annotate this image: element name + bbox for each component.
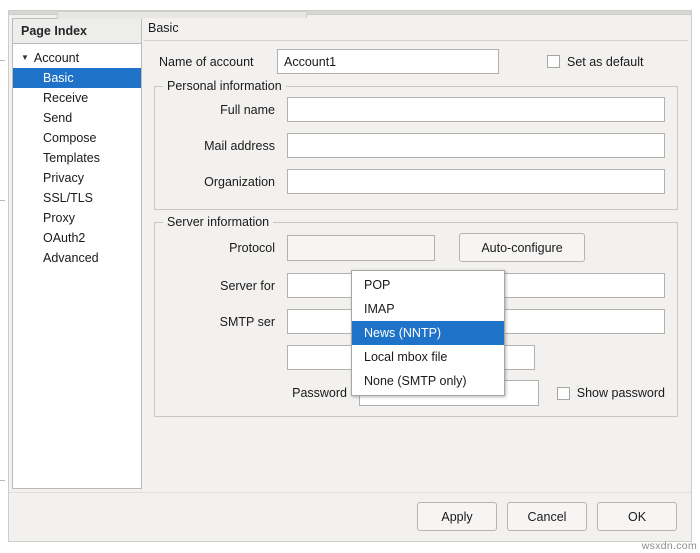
mail-address-input[interactable]	[287, 133, 665, 158]
set-as-default-checkbox-row[interactable]: Set as default	[547, 55, 643, 69]
sidebar-item-ssl-tls[interactable]: SSL/TLS	[13, 188, 141, 208]
sidebar-item-advanced[interactable]: Advanced	[13, 248, 141, 268]
full-name-label: Full name	[167, 103, 287, 117]
watermark: wsxdn.com	[642, 540, 697, 552]
account-name-label: Name of account	[159, 55, 277, 69]
personal-information-title: Personal information	[163, 79, 286, 93]
show-password-label: Show password	[577, 386, 665, 400]
sidebar-item-send[interactable]: Send	[13, 108, 141, 128]
sidebar-item-proxy[interactable]: Proxy	[13, 208, 141, 228]
sidebar-item-advanced-label: Advanced	[43, 251, 99, 265]
protocol-combobox[interactable]	[287, 235, 435, 261]
protocol-row: Protocol Auto-configure	[167, 233, 665, 262]
mail-address-row: Mail address	[167, 133, 665, 158]
sidebar-item-privacy[interactable]: Privacy	[13, 168, 141, 188]
apply-button[interactable]: Apply	[417, 502, 497, 531]
checkbox-icon[interactable]	[557, 387, 570, 400]
smtp-server-label: SMTP ser	[167, 315, 287, 329]
protocol-label: Protocol	[167, 241, 287, 255]
full-name-row: Full name	[167, 97, 665, 122]
sidebar-item-receive-label: Receive	[43, 91, 88, 105]
protocol-dropdown-menu[interactable]: POP IMAP News (NNTP) Local mbox file Non…	[351, 270, 505, 396]
sidebar-item-basic-label: Basic	[43, 71, 74, 85]
sidebar-item-oauth2[interactable]: OAuth2	[13, 228, 141, 248]
cancel-button[interactable]: Cancel	[507, 502, 587, 531]
show-password-checkbox-row[interactable]: Show password	[557, 386, 665, 400]
sidebar-item-basic[interactable]: Basic	[13, 68, 141, 88]
sidebar-item-compose[interactable]: Compose	[13, 128, 141, 148]
sidebar-header: Page Index	[13, 19, 141, 44]
dropdown-option-imap[interactable]: IMAP	[352, 297, 504, 321]
password-label: Password	[167, 386, 359, 400]
page-title: Basic	[144, 18, 688, 41]
auto-configure-button[interactable]: Auto-configure	[459, 233, 585, 262]
sidebar-item-compose-label: Compose	[43, 131, 97, 145]
organization-label: Organization	[167, 175, 287, 189]
account-name-row: Name of account Account1 Set as default	[154, 49, 678, 74]
dialog-button-bar: Apply Cancel OK	[9, 492, 691, 541]
sidebar-item-templates[interactable]: Templates	[13, 148, 141, 168]
sidebar-tree: ▼ Account Basic Receive Send Compose Tem…	[13, 44, 141, 488]
dropdown-option-news-nntp[interactable]: News (NNTP)	[352, 321, 504, 345]
page-edge-mark-bottom	[0, 480, 5, 481]
sidebar-item-proxy-label: Proxy	[43, 211, 75, 225]
dropdown-option-local-mbox-file[interactable]: Local mbox file	[352, 345, 504, 369]
full-name-input[interactable]	[287, 97, 665, 122]
server-information-title: Server information	[163, 215, 273, 229]
set-as-default-label: Set as default	[567, 55, 643, 69]
sidebar-item-account-label: Account	[34, 51, 79, 65]
sidebar-item-account[interactable]: ▼ Account	[13, 48, 141, 68]
dropdown-option-pop[interactable]: POP	[352, 273, 504, 297]
page-edge-mark-top	[0, 60, 5, 61]
sidebar-item-oauth2-label: OAuth2	[43, 231, 85, 245]
ok-button[interactable]: OK	[597, 502, 677, 531]
mail-address-label: Mail address	[167, 139, 287, 153]
organization-input[interactable]	[287, 169, 665, 194]
dropdown-option-none-smtp-only[interactable]: None (SMTP only)	[352, 369, 504, 393]
chevron-down-icon[interactable]: ▼	[21, 54, 29, 62]
checkbox-icon[interactable]	[547, 55, 560, 68]
page-edge-mark-mid	[0, 200, 5, 201]
sidebar-item-privacy-label: Privacy	[43, 171, 84, 185]
basic-settings-form: Name of account Account1 Set as default …	[144, 41, 688, 489]
sidebar-item-ssl-tls-label: SSL/TLS	[43, 191, 93, 205]
window-body: Page Index ▼ Account Basic Receive Send …	[9, 15, 691, 492]
sidebar-item-receive[interactable]: Receive	[13, 88, 141, 108]
preferences-window: Page Index ▼ Account Basic Receive Send …	[8, 10, 692, 542]
account-name-input[interactable]: Account1	[277, 49, 499, 74]
main-panel: Basic Name of account Account1 Set as de…	[144, 18, 688, 489]
sidebar-item-templates-label: Templates	[43, 151, 100, 165]
server-for-label: Server for	[167, 279, 287, 293]
personal-information-group: Personal information Full name Mail addr…	[154, 86, 678, 210]
page-index-sidebar: Page Index ▼ Account Basic Receive Send …	[12, 18, 142, 489]
organization-row: Organization	[167, 169, 665, 194]
sidebar-item-send-label: Send	[43, 111, 72, 125]
